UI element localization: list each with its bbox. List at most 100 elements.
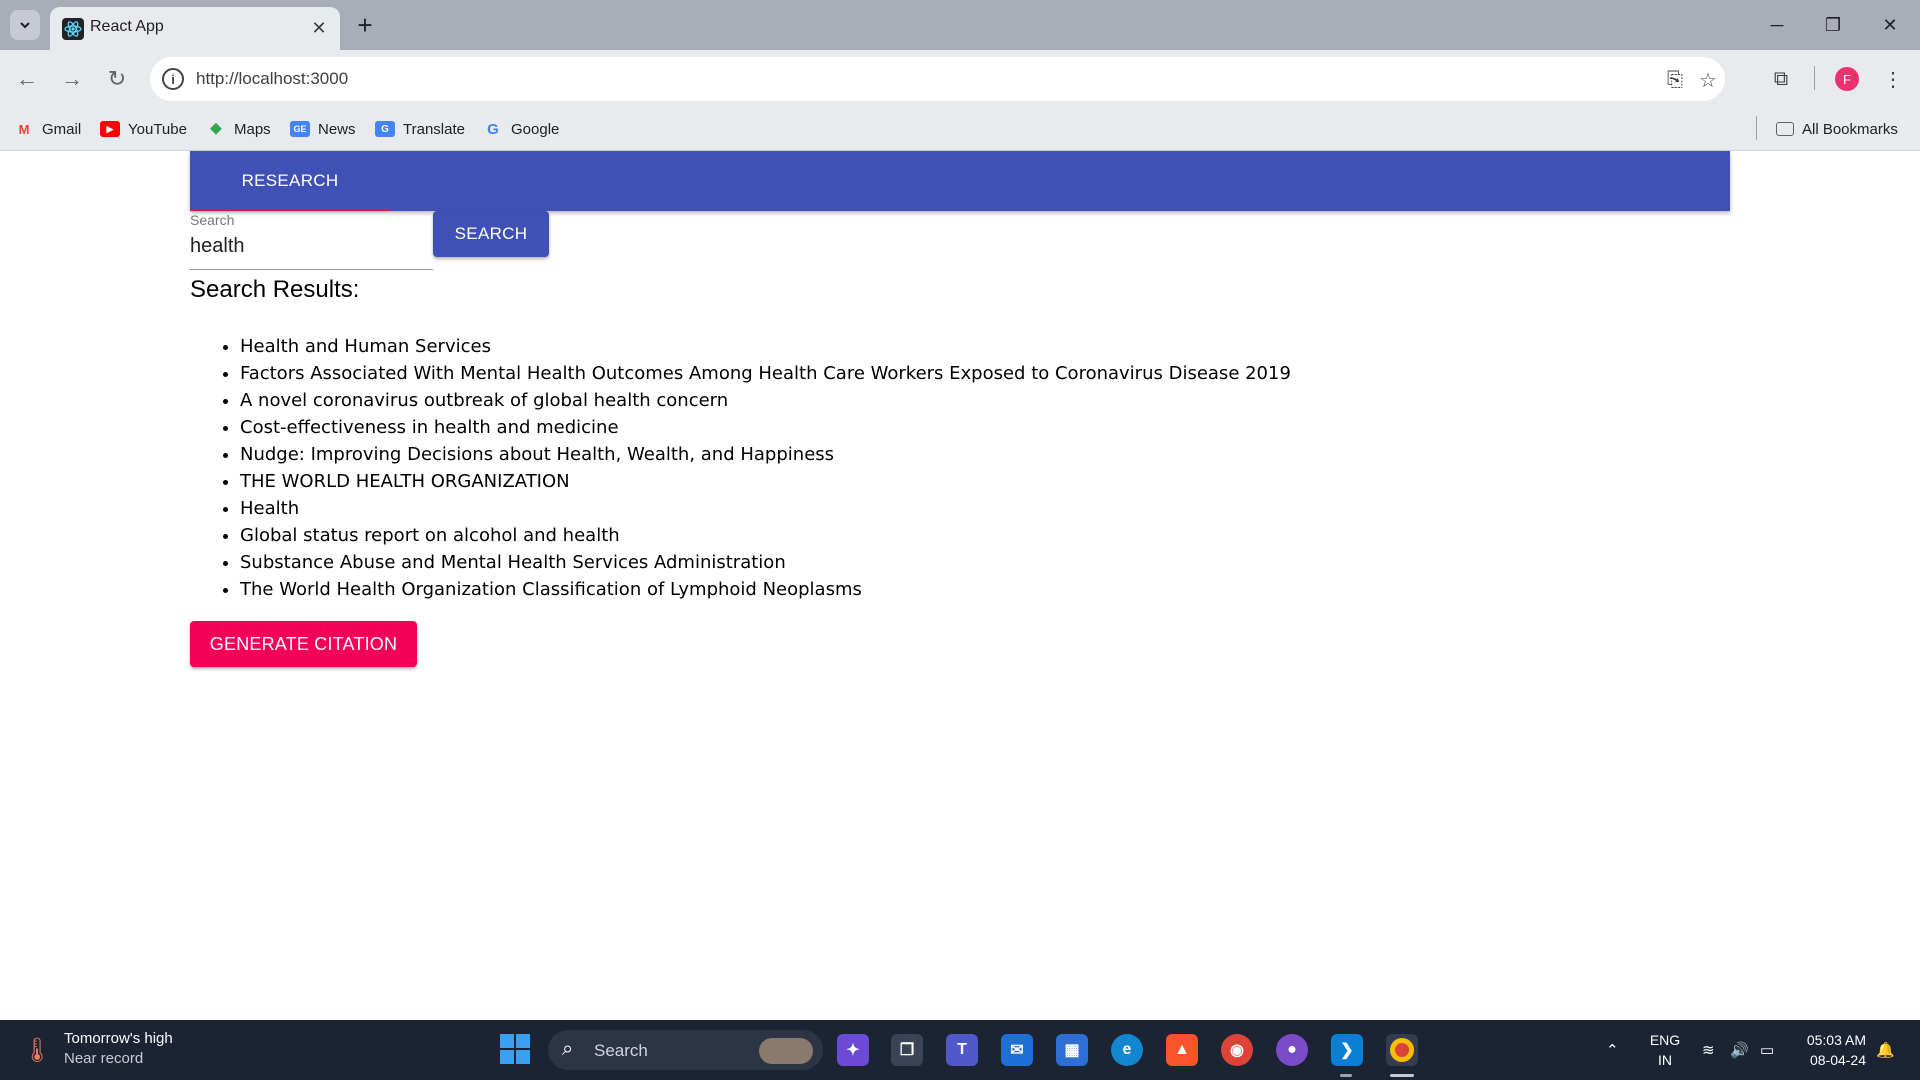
url-text[interactable]: http://localhost:3000: [196, 69, 348, 89]
edge-icon[interactable]: e: [1111, 1034, 1143, 1066]
search-input[interactable]: [190, 235, 430, 258]
close-tab-icon[interactable]: ✕: [308, 17, 330, 39]
reload-icon[interactable]: ↻: [102, 64, 132, 94]
list-item: Factors Associated With Mental Health Ou…: [240, 360, 1291, 387]
clock-time: 05:03 AM: [1806, 1032, 1866, 1048]
language-code: ENG: [1649, 1032, 1681, 1048]
search-icon: ⌕: [562, 1038, 574, 1060]
search-field-label: Search: [190, 212, 235, 228]
clock-date: 08-04-24: [1809, 1052, 1866, 1068]
browser-tab-active[interactable]: React App ✕: [50, 7, 340, 50]
show-hidden-icons[interactable]: ⌃: [1606, 1020, 1619, 1080]
copilot-icon[interactable]: ✦: [837, 1034, 869, 1066]
list-item: THE WORLD HEALTH ORGANIZATION: [240, 468, 1291, 495]
install-app-icon[interactable]: ⎘: [1662, 67, 1688, 93]
bookmark-label: News: [318, 120, 356, 138]
thermometer-icon[interactable]: 🌡: [22, 1034, 52, 1066]
youtube-icon: ▶: [100, 121, 120, 137]
results-heading: Search Results:: [190, 276, 360, 303]
bookmarks-separator: [1756, 116, 1757, 140]
notification-bell-icon[interactable]: 🔔: [1876, 1020, 1895, 1080]
teams-icon[interactable]: T: [946, 1034, 978, 1066]
forward-icon[interactable]: →: [57, 64, 87, 94]
app-bar: RESEARCH: [190, 151, 1730, 211]
list-item: Substance Abuse and Mental Health Servic…: [240, 549, 1291, 576]
brave-icon[interactable]: ▲: [1166, 1034, 1198, 1066]
bookmark-gmail[interactable]: M Gmail: [14, 118, 82, 140]
bookmark-label: Gmail: [42, 120, 82, 138]
list-item: Global status report on alcohol and heal…: [240, 522, 1291, 549]
all-bookmarks-button[interactable]: All Bookmarks: [1776, 118, 1898, 140]
volume-icon[interactable]: 🔊: [1730, 1020, 1749, 1080]
taskbar-search[interactable]: ⌕ Search: [548, 1030, 823, 1070]
extensions-icon[interactable]: ⧉: [1766, 64, 1796, 94]
bookmark-google[interactable]: G Google: [483, 118, 559, 140]
site-info-icon[interactable]: i: [162, 68, 184, 90]
vscode-icon[interactable]: ❯: [1331, 1034, 1363, 1066]
bookmark-star-icon[interactable]: ☆: [1695, 67, 1721, 93]
chrome-icon[interactable]: ◉: [1221, 1034, 1253, 1066]
list-item: Nudge: Improving Decisions about Health,…: [240, 441, 1291, 468]
close-window-icon[interactable]: ✕: [1875, 12, 1905, 38]
bookmarks-bar: M Gmail ▶ YouTube ⬥ Maps GE News G Trans…: [0, 108, 1920, 151]
minimize-icon[interactable]: ─: [1762, 12, 1792, 38]
results-list: Health and Human Services Factors Associ…: [240, 333, 1291, 603]
address-bar[interactable]: i http://localhost:3000 ⎘ ☆: [150, 57, 1725, 101]
region-code: IN: [1658, 1052, 1672, 1068]
taskbar-clock[interactable]: 05:03 AM 08-04-24: [1790, 1030, 1866, 1070]
gmail-icon: M: [18, 121, 30, 137]
tab-indicator: [190, 209, 390, 211]
bookmark-maps[interactable]: ⬥ Maps: [206, 118, 271, 140]
list-item: Health and Human Services: [240, 333, 1291, 360]
windows-start-icon[interactable]: [500, 1034, 530, 1064]
github-icon[interactable]: ●: [1276, 1034, 1308, 1066]
bookmark-label: Translate: [403, 120, 465, 138]
chevron-down-icon: [20, 22, 30, 29]
list-item: A novel coronavirus outbreak of global h…: [240, 387, 1291, 414]
toolbar-separator: [1814, 66, 1815, 90]
bookmark-label: YouTube: [128, 120, 187, 138]
language-indicator[interactable]: ENG IN: [1642, 1030, 1688, 1070]
list-item: Health: [240, 495, 1291, 522]
bookmark-translate[interactable]: G Translate: [375, 118, 465, 140]
search-input-underline: [190, 269, 433, 270]
translate-icon: G: [375, 121, 395, 137]
list-item: Cost-effectiveness in health and medicin…: [240, 414, 1291, 441]
menu-icon[interactable]: ⋮: [1878, 64, 1908, 94]
running-indicator: [1340, 1074, 1352, 1077]
bookmark-news[interactable]: GE News: [290, 118, 356, 140]
bookmark-label: Maps: [234, 120, 271, 138]
search-highlight-image: [759, 1038, 813, 1064]
list-item: The World Health Organization Classifica…: [240, 576, 1291, 603]
weather-title[interactable]: Tomorrow's high: [64, 1030, 173, 1047]
tab-title: React App: [90, 18, 164, 35]
chrome-active-icon[interactable]: [1386, 1034, 1418, 1066]
news-icon: GE: [290, 121, 310, 137]
active-indicator: [1390, 1074, 1414, 1077]
tab-search-button[interactable]: [10, 10, 40, 40]
back-icon[interactable]: ←: [12, 64, 42, 94]
browser-toolbar: ← → ↻ i http://localhost:3000 ⎘ ☆ ⧉ ⋮: [0, 50, 1920, 108]
tab-research[interactable]: RESEARCH: [190, 151, 390, 211]
profile-avatar[interactable]: F: [1835, 67, 1859, 91]
maps-icon: ⬥: [210, 120, 222, 137]
google-icon: G: [487, 120, 499, 138]
folder-icon: [1776, 122, 1794, 136]
wifi-icon[interactable]: ≋: [1702, 1020, 1715, 1080]
store-icon[interactable]: ▦: [1056, 1034, 1088, 1066]
generate-citation-button[interactable]: GENERATE CITATION: [190, 621, 417, 667]
restore-icon[interactable]: ❐: [1818, 12, 1848, 38]
search-field: Search: [190, 212, 433, 270]
windows-taskbar: 🌡 Tomorrow's high Near record ⌕ Search ✦…: [0, 1020, 1920, 1080]
browser-tab-strip: React App ✕ + ─ ❐ ✕: [0, 0, 1920, 50]
weather-subtitle[interactable]: Near record: [64, 1050, 143, 1067]
battery-icon[interactable]: ▭: [1760, 1020, 1774, 1080]
bookmark-youtube[interactable]: ▶ YouTube: [100, 118, 187, 140]
react-icon: [62, 18, 84, 40]
new-tab-button[interactable]: +: [352, 12, 378, 38]
mail-icon[interactable]: ✉: [1001, 1034, 1033, 1066]
all-bookmarks-label: All Bookmarks: [1802, 120, 1898, 138]
taskbar-search-placeholder: Search: [594, 1041, 648, 1060]
task-view-icon[interactable]: ❐: [891, 1034, 923, 1066]
search-button[interactable]: SEARCH: [433, 211, 549, 257]
